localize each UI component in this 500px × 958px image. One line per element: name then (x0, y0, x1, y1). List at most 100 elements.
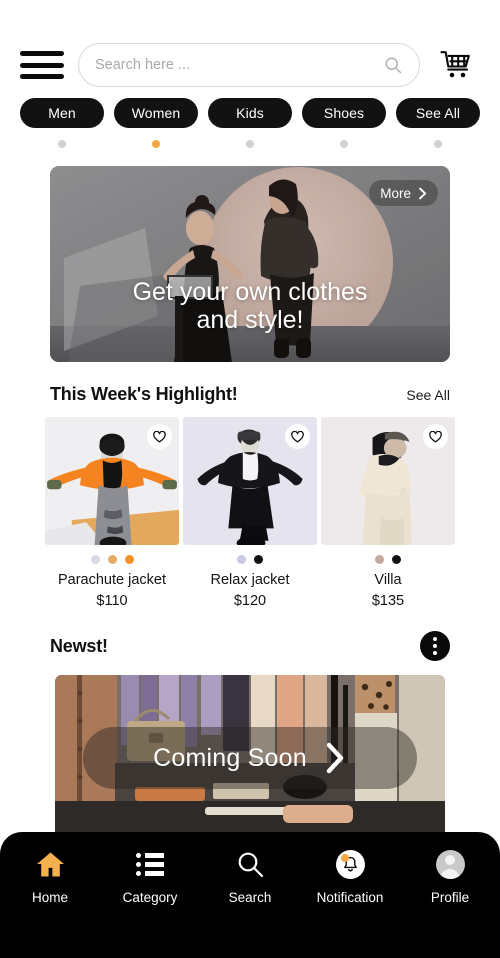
app-header (0, 0, 500, 96)
color-swatch[interactable] (107, 555, 117, 564)
list-glyph (136, 852, 164, 876)
product-price: $110 (96, 593, 128, 609)
hamburger-menu-icon[interactable] (20, 48, 64, 82)
notification-badge-dot (340, 853, 349, 862)
nav-item-notification[interactable]: Notification (300, 848, 400, 905)
hero-title-line-1: Get your own clothes (132, 278, 368, 306)
bell-icon (335, 848, 365, 880)
avatar (435, 849, 465, 879)
product-color-swatches (183, 555, 317, 564)
bottom-navigation-bar: Home Category Search Notification Profil… (0, 832, 500, 958)
wishlist-heart-button[interactable] (285, 424, 310, 449)
avatar-body (440, 868, 460, 879)
search-icon (385, 57, 402, 74)
color-swatch[interactable] (124, 555, 134, 564)
hero-more-button[interactable]: More (369, 180, 438, 206)
chevron-right-icon (419, 187, 427, 199)
search-glyph (238, 852, 263, 877)
category-pill[interactable]: See All (396, 98, 480, 128)
nav-item-profile[interactable]: Profile (400, 848, 500, 905)
product-name: Villa (374, 572, 402, 588)
product-card[interactable]: Villa $135 (321, 417, 455, 609)
newest-title: Newst! (50, 635, 108, 656)
category-item-shoes: Shoes (302, 98, 386, 148)
avatar-head (445, 854, 455, 865)
list-row (136, 870, 164, 876)
category-item-kids: Kids (208, 98, 292, 148)
home-glyph (36, 852, 64, 876)
list-icon (136, 848, 164, 880)
coming-soon-label: Coming Soon (153, 743, 307, 772)
product-name: Parachute jacket (57, 572, 166, 588)
product-color-swatches (45, 555, 179, 564)
color-swatch[interactable] (392, 555, 401, 564)
product-price: $120 (233, 593, 267, 609)
list-row (136, 852, 164, 858)
category-pill-row: Men Women Kids Shoes See All (0, 96, 500, 148)
kebab-dot (433, 651, 437, 655)
kebab-dot (433, 644, 437, 648)
category-pill[interactable]: Women (114, 98, 198, 128)
hero-title: Get your own clothes and style! (50, 278, 450, 334)
category-pill[interactable]: Men (20, 98, 104, 128)
chevron-right-icon[interactable] (323, 741, 347, 775)
color-swatch[interactable] (254, 555, 263, 564)
heart-outline-icon (291, 430, 304, 443)
user-avatar-icon (435, 848, 465, 880)
highlight-see-all-link[interactable]: See All (406, 387, 450, 403)
category-indicator-dot-active (152, 140, 160, 148)
nav-label-search: Search (228, 890, 272, 905)
product-color-swatches (321, 555, 455, 564)
kebab-dot (433, 637, 437, 641)
product-card[interactable]: Relax jacket $120 (183, 417, 317, 609)
nav-item-search[interactable]: Search (200, 848, 300, 905)
color-swatch[interactable] (375, 555, 384, 564)
wishlist-heart-button[interactable] (423, 424, 448, 449)
product-image (45, 417, 179, 545)
home-icon (36, 848, 65, 880)
category-indicator-dot (340, 140, 348, 148)
newest-section-header: Newst! (0, 631, 500, 661)
highlight-title: This Week's Highlight! (50, 384, 238, 404)
hero-banner[interactable]: Get your own clothes and style! More (50, 166, 450, 362)
highlight-section-header: This Week's Highlight! See All (0, 384, 500, 405)
product-price: $135 (371, 593, 405, 609)
nav-label-profile: Profile (430, 890, 470, 905)
category-item-men: Men (20, 98, 104, 148)
bell-circle (335, 849, 365, 879)
hamburger-bar (20, 62, 64, 68)
product-name: Relax jacket (210, 572, 290, 588)
color-swatch[interactable] (90, 555, 100, 564)
category-indicator-dot (58, 140, 66, 148)
color-swatch[interactable] (237, 555, 246, 564)
nav-label-notification: Notification (316, 890, 384, 905)
hero-more-label: More (380, 185, 411, 201)
kebab-menu-icon[interactable] (420, 631, 450, 661)
cart-glyph (440, 51, 470, 78)
search-input[interactable] (95, 57, 383, 73)
category-item-women: Women (114, 98, 198, 148)
category-pill[interactable]: Shoes (302, 98, 386, 128)
wishlist-heart-button[interactable] (147, 424, 172, 449)
category-pill[interactable]: Kids (208, 98, 292, 128)
heart-outline-icon (429, 430, 442, 443)
product-card[interactable]: Parachute jacket $110 (45, 417, 179, 609)
product-image (183, 417, 317, 545)
nav-item-category[interactable]: Category (100, 848, 200, 905)
category-indicator-dot (434, 140, 442, 148)
highlight-product-row: Parachute jacket $110 Relax jacket $120 … (0, 417, 500, 609)
nav-item-home[interactable]: Home (0, 848, 100, 905)
search-bar[interactable] (78, 43, 420, 87)
nav-label-category: Category (122, 890, 178, 905)
heart-outline-icon (153, 430, 166, 443)
nav-label-home: Home (31, 890, 68, 905)
category-indicator-dot (246, 140, 254, 148)
hero-title-line-2: and style! (196, 306, 304, 334)
hamburger-bar (20, 51, 64, 56)
search-icon (237, 848, 264, 880)
coming-soon-overlay: Coming Soon (83, 727, 417, 789)
coming-soon-banner[interactable]: Coming Soon (55, 675, 445, 840)
category-item-see-all: See All (396, 98, 480, 148)
list-row (136, 861, 164, 867)
shopping-cart-icon[interactable] (434, 44, 480, 86)
